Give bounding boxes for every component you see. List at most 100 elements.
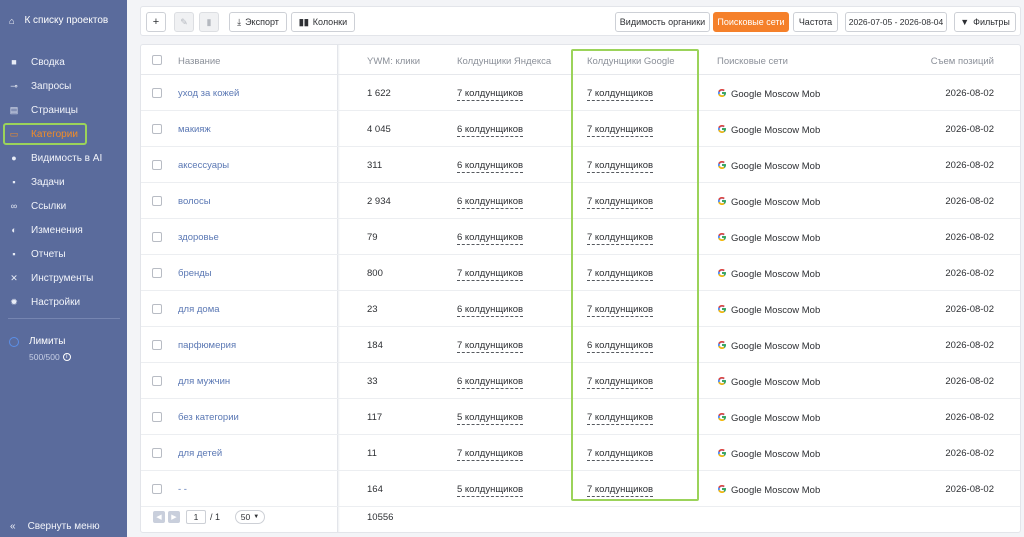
collapse-menu-button[interactable]: « Свернуть меню	[10, 521, 100, 532]
sidebar-item-9[interactable]: ✕ Инструменты	[0, 266, 127, 290]
category-name-link[interactable]: парфюмерия	[178, 340, 236, 351]
yandex-wizards-link[interactable]: 6 колдунщиков	[457, 304, 524, 317]
category-name-link[interactable]: уход за кожей	[178, 88, 239, 99]
ywm-clicks-value: 164	[367, 484, 383, 495]
export-button[interactable]: ⤓ Экспорт	[229, 12, 287, 32]
header-search-networks[interactable]: Поисковые сети	[717, 56, 788, 67]
category-name-link[interactable]: волосы	[178, 196, 211, 207]
category-name-link[interactable]: - -	[178, 484, 187, 495]
yandex-wizards-link[interactable]: 7 колдунщиков	[457, 268, 524, 281]
sidebar-item-label: Настройки	[31, 296, 81, 308]
sidebar-item-10[interactable]: ✹ Настройки	[0, 290, 127, 314]
header-yandex-wizards[interactable]: Колдунщики Яндекса	[457, 56, 551, 67]
google-wizards-link[interactable]: 7 колдунщиков	[587, 376, 654, 389]
row-checkbox[interactable]	[152, 124, 162, 134]
add-button[interactable]: +	[146, 12, 166, 32]
sidebar-item-8[interactable]: ▪ Отчеты	[0, 242, 127, 266]
filters-button[interactable]: ▼ Фильтры	[954, 12, 1016, 32]
ywm-clicks-value: 311	[367, 160, 383, 171]
columns-button[interactable]: ▮▮ Колонки	[291, 12, 355, 32]
category-name-link[interactable]: здоровье	[178, 232, 219, 243]
select-all-checkbox[interactable]	[152, 55, 162, 65]
table-row: бренды 800 7 колдунщиков 7 колдунщиков Googl…	[141, 255, 1020, 291]
row-checkbox[interactable]	[152, 484, 162, 494]
sidebar-item-1[interactable]: ⊸ Запросы	[0, 74, 127, 98]
google-wizards-link[interactable]: 7 колдунщиков	[587, 160, 654, 173]
google-wizards-link[interactable]: 7 колдунщиков	[587, 412, 654, 425]
category-name-link[interactable]: для детей	[178, 448, 222, 459]
info-icon[interactable]: i	[62, 353, 71, 361]
category-name-link[interactable]: макияж	[178, 124, 211, 135]
google-logo-icon	[717, 268, 727, 278]
date-range-picker[interactable]: 2026-07-05 - 2026-08-04	[845, 12, 947, 32]
google-wizards-link[interactable]: 6 колдунщиков	[587, 340, 654, 353]
edit-button[interactable]: ✎	[174, 12, 194, 32]
google-logo-icon	[717, 448, 727, 458]
trash-icon: ▮	[206, 16, 212, 27]
google-wizards-link[interactable]: 7 колдунщиков	[587, 304, 654, 317]
sidebar-item-4[interactable]: ● Видимость в AI	[0, 146, 127, 170]
prev-page-button[interactable]: ◀	[153, 511, 165, 523]
sidebar-item-label: Видимость в AI	[31, 152, 103, 164]
sidebar-item-label: Инструменты	[31, 272, 94, 284]
row-checkbox[interactable]	[152, 160, 162, 170]
sidebar-item-5[interactable]: ▪ Задачи	[0, 170, 127, 194]
header-position-snapshot[interactable]: Съем позиций	[931, 56, 994, 67]
yandex-wizards-link[interactable]: 7 колдунщиков	[457, 448, 524, 461]
snapshot-date: 2026-08-02	[945, 88, 994, 99]
sidebar-item-6[interactable]: ∞ Ссылки	[0, 194, 127, 218]
row-checkbox[interactable]	[152, 412, 162, 422]
search-networks-button[interactable]: Поисковые сети	[713, 12, 789, 32]
row-checkbox[interactable]	[152, 232, 162, 242]
category-name-link[interactable]: бренды	[178, 268, 212, 279]
header-google-wizards[interactable]: Колдунщики Google	[587, 56, 675, 67]
yandex-wizards-link[interactable]: 5 колдунщиков	[457, 484, 524, 497]
sidebar-item-7[interactable]: ◐ Изменения	[0, 218, 127, 242]
table-row: уход за кожей 1 622 7 колдунщиков 7 колдунщ…	[141, 75, 1020, 111]
row-checkbox[interactable]	[152, 340, 162, 350]
category-name-link[interactable]: без категории	[178, 412, 239, 423]
google-wizards-link[interactable]: 7 колдунщиков	[587, 232, 654, 245]
google-wizards-link[interactable]: 7 колдунщиков	[587, 448, 654, 461]
limits-value: 500/500	[29, 352, 60, 362]
active-item-highlight	[3, 123, 87, 145]
sidebar-item-0[interactable]: ■ Сводка	[0, 50, 127, 74]
header-name[interactable]: Название	[178, 56, 220, 67]
row-checkbox[interactable]	[152, 304, 162, 314]
category-name-link[interactable]: для дома	[178, 304, 220, 315]
category-name-link[interactable]: аксессуары	[178, 160, 229, 171]
category-name-link[interactable]: для мужчин	[178, 376, 230, 387]
google-wizards-link[interactable]: 7 колдунщиков	[587, 88, 654, 101]
google-wizards-link[interactable]: 7 колдунщиков	[587, 196, 654, 209]
organic-visibility-button[interactable]: Видимость органики	[615, 12, 710, 32]
yandex-wizards-link[interactable]: 7 колдунщиков	[457, 88, 524, 101]
row-checkbox[interactable]	[152, 268, 162, 278]
next-page-button[interactable]: ▶	[168, 511, 180, 523]
yandex-wizards-link[interactable]: 6 колдунщиков	[457, 232, 524, 245]
google-wizards-link[interactable]: 7 колдунщиков	[587, 484, 654, 497]
row-checkbox[interactable]	[152, 196, 162, 206]
row-checkbox[interactable]	[152, 376, 162, 386]
ywm-clicks-value: 11	[367, 448, 377, 459]
frequency-button[interactable]: Частота	[793, 12, 838, 32]
row-checkbox[interactable]	[152, 88, 162, 98]
google-wizards-link[interactable]: 7 колдунщиков	[587, 268, 654, 281]
row-checkbox[interactable]	[152, 448, 162, 458]
yandex-wizards-link[interactable]: 7 колдунщиков	[457, 340, 524, 353]
google-logo-icon	[717, 376, 727, 386]
google-wizards-link[interactable]: 7 колдунщиков	[587, 124, 654, 137]
sidebar-item-2[interactable]: ▤ Страницы	[0, 98, 127, 122]
yandex-wizards-link[interactable]: 6 колдунщиков	[457, 160, 524, 173]
sidebar-menu: ■ Сводка ⊸ Запросы ▤ Страницы ▭ Категории ● Видим…	[0, 50, 127, 314]
page-number-input[interactable]: 1	[186, 510, 206, 524]
filters-label: Фильтры	[973, 17, 1010, 27]
delete-button[interactable]: ▮	[199, 12, 219, 32]
page-size-select[interactable]: 50 ▼	[235, 510, 265, 524]
header-ywm-clicks[interactable]: YWM: клики	[367, 56, 420, 67]
yandex-wizards-link[interactable]: 6 колдунщиков	[457, 376, 524, 389]
yandex-wizards-link[interactable]: 6 колдунщиков	[457, 196, 524, 209]
yandex-wizards-link[interactable]: 6 колдунщиков	[457, 124, 524, 137]
back-to-projects-link[interactable]: ⌂ К списку проектов	[9, 15, 108, 26]
yandex-wizards-link[interactable]: 5 колдунщиков	[457, 412, 524, 425]
sidebar-item-3[interactable]: ▭ Категории	[0, 122, 127, 146]
